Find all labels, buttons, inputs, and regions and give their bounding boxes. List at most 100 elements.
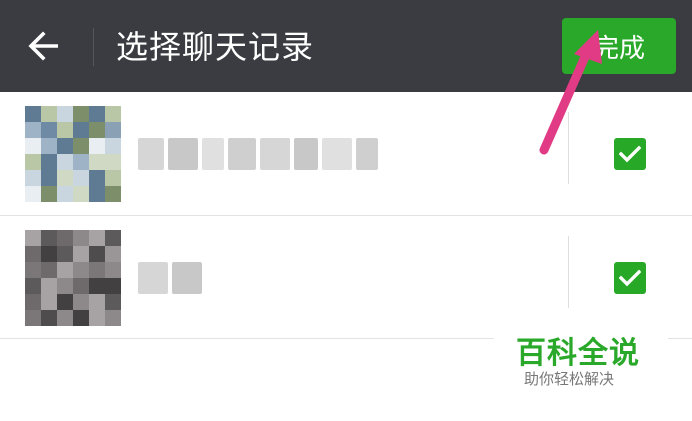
mosaic-cell [57,106,73,122]
mosaic-cell [73,230,89,246]
back-button[interactable] [14,22,74,70]
mosaic-cell [41,310,57,326]
watermark-subtitle: 助你轻松解决 [524,370,615,388]
mosaic-cell [41,246,57,262]
mosaic-cell [89,230,105,246]
mosaic-cell [73,122,89,138]
mosaic-cell [89,310,105,326]
watermark: 百科全说 助你轻松解决 [494,322,668,400]
mosaic-cell [57,262,73,278]
mosaic-cell [41,230,57,246]
mosaic-cell [89,138,105,154]
chat-checkbox[interactable] [614,138,646,170]
mosaic-cell [105,154,121,170]
mosaic-cell [25,230,41,246]
watermark-title: 百科全说 [516,336,640,371]
top-bar: 选择聊天记录 完成 [0,0,692,92]
mosaic-cell [57,154,73,170]
mosaic-cell [105,138,121,154]
blurred-name-block [294,138,318,170]
mosaic-cell [41,294,57,310]
mosaic-cell [25,310,41,326]
mosaic-cell [41,262,57,278]
mosaic-cell [73,106,89,122]
mosaic-cell [105,230,121,246]
mosaic-cell [73,138,89,154]
blurred-name-block [138,262,168,294]
chat-row[interactable] [0,216,692,339]
mosaic-cell [41,122,57,138]
mosaic-cell [57,310,73,326]
mosaic-cell [73,154,89,170]
mosaic-cell [57,170,73,186]
mosaic-cell [25,106,41,122]
mosaic-cell [57,122,73,138]
mosaic-cell [105,170,121,186]
mosaic-cell [41,278,57,294]
done-button[interactable]: 完成 [562,18,676,74]
arrow-left-icon [28,31,58,61]
mosaic-cell [73,294,89,310]
mosaic-cell [89,122,105,138]
mosaic-cell [25,154,41,170]
mosaic-cell [73,186,89,202]
mosaic-cell [57,294,73,310]
mosaic-cell [57,246,73,262]
mosaic-cell [89,170,105,186]
row-divider [568,236,569,308]
mosaic-cell [105,310,121,326]
chat-selection-screen: 选择聊天记录 完成 百科全说 助你轻松解决 [0,0,692,421]
chat-name [138,138,378,170]
mosaic-cell [25,294,41,310]
mosaic-cell [105,262,121,278]
row-divider [568,112,569,184]
mosaic-cell [73,246,89,262]
mosaic-cell [73,170,89,186]
blurred-name-block [260,138,290,170]
mosaic-cell [25,122,41,138]
avatar [25,230,121,326]
mosaic-cell [57,138,73,154]
avatar [25,106,121,202]
mosaic-cell [89,186,105,202]
mosaic-cell [57,278,73,294]
blurred-name-block [168,138,198,170]
mosaic-cell [41,106,57,122]
mosaic-cell [41,170,57,186]
chat-checkbox[interactable] [614,262,646,294]
blurred-name-block [138,138,164,170]
mosaic-cell [25,186,41,202]
mosaic-cell [89,154,105,170]
mosaic-cell [25,138,41,154]
mosaic-cell [57,230,73,246]
mosaic-cell [105,106,121,122]
mosaic-cell [89,106,105,122]
mosaic-cell [89,278,105,294]
blurred-name-block [172,262,202,294]
mosaic-cell [73,262,89,278]
row-separator [0,215,692,216]
mosaic-cell [41,154,57,170]
mosaic-cell [105,186,121,202]
mosaic-cell [25,246,41,262]
mosaic-cell [105,294,121,310]
header-divider [93,28,94,66]
checkmark-icon [619,269,641,287]
mosaic-cell [89,262,105,278]
blurred-name-block [228,138,256,170]
mosaic-cell [57,186,73,202]
blurred-name-block [202,138,224,170]
mosaic-cell [73,278,89,294]
mosaic-cell [25,170,41,186]
blurred-name-block [356,138,378,170]
mosaic-cell [105,278,121,294]
mosaic-cell [105,122,121,138]
mosaic-cell [73,310,89,326]
mosaic-cell [105,246,121,262]
mosaic-cell [25,262,41,278]
checkmark-icon [619,145,641,163]
mosaic-cell [89,294,105,310]
chat-row[interactable] [0,92,692,215]
mosaic-cell [89,246,105,262]
blurred-name-block [322,138,352,170]
